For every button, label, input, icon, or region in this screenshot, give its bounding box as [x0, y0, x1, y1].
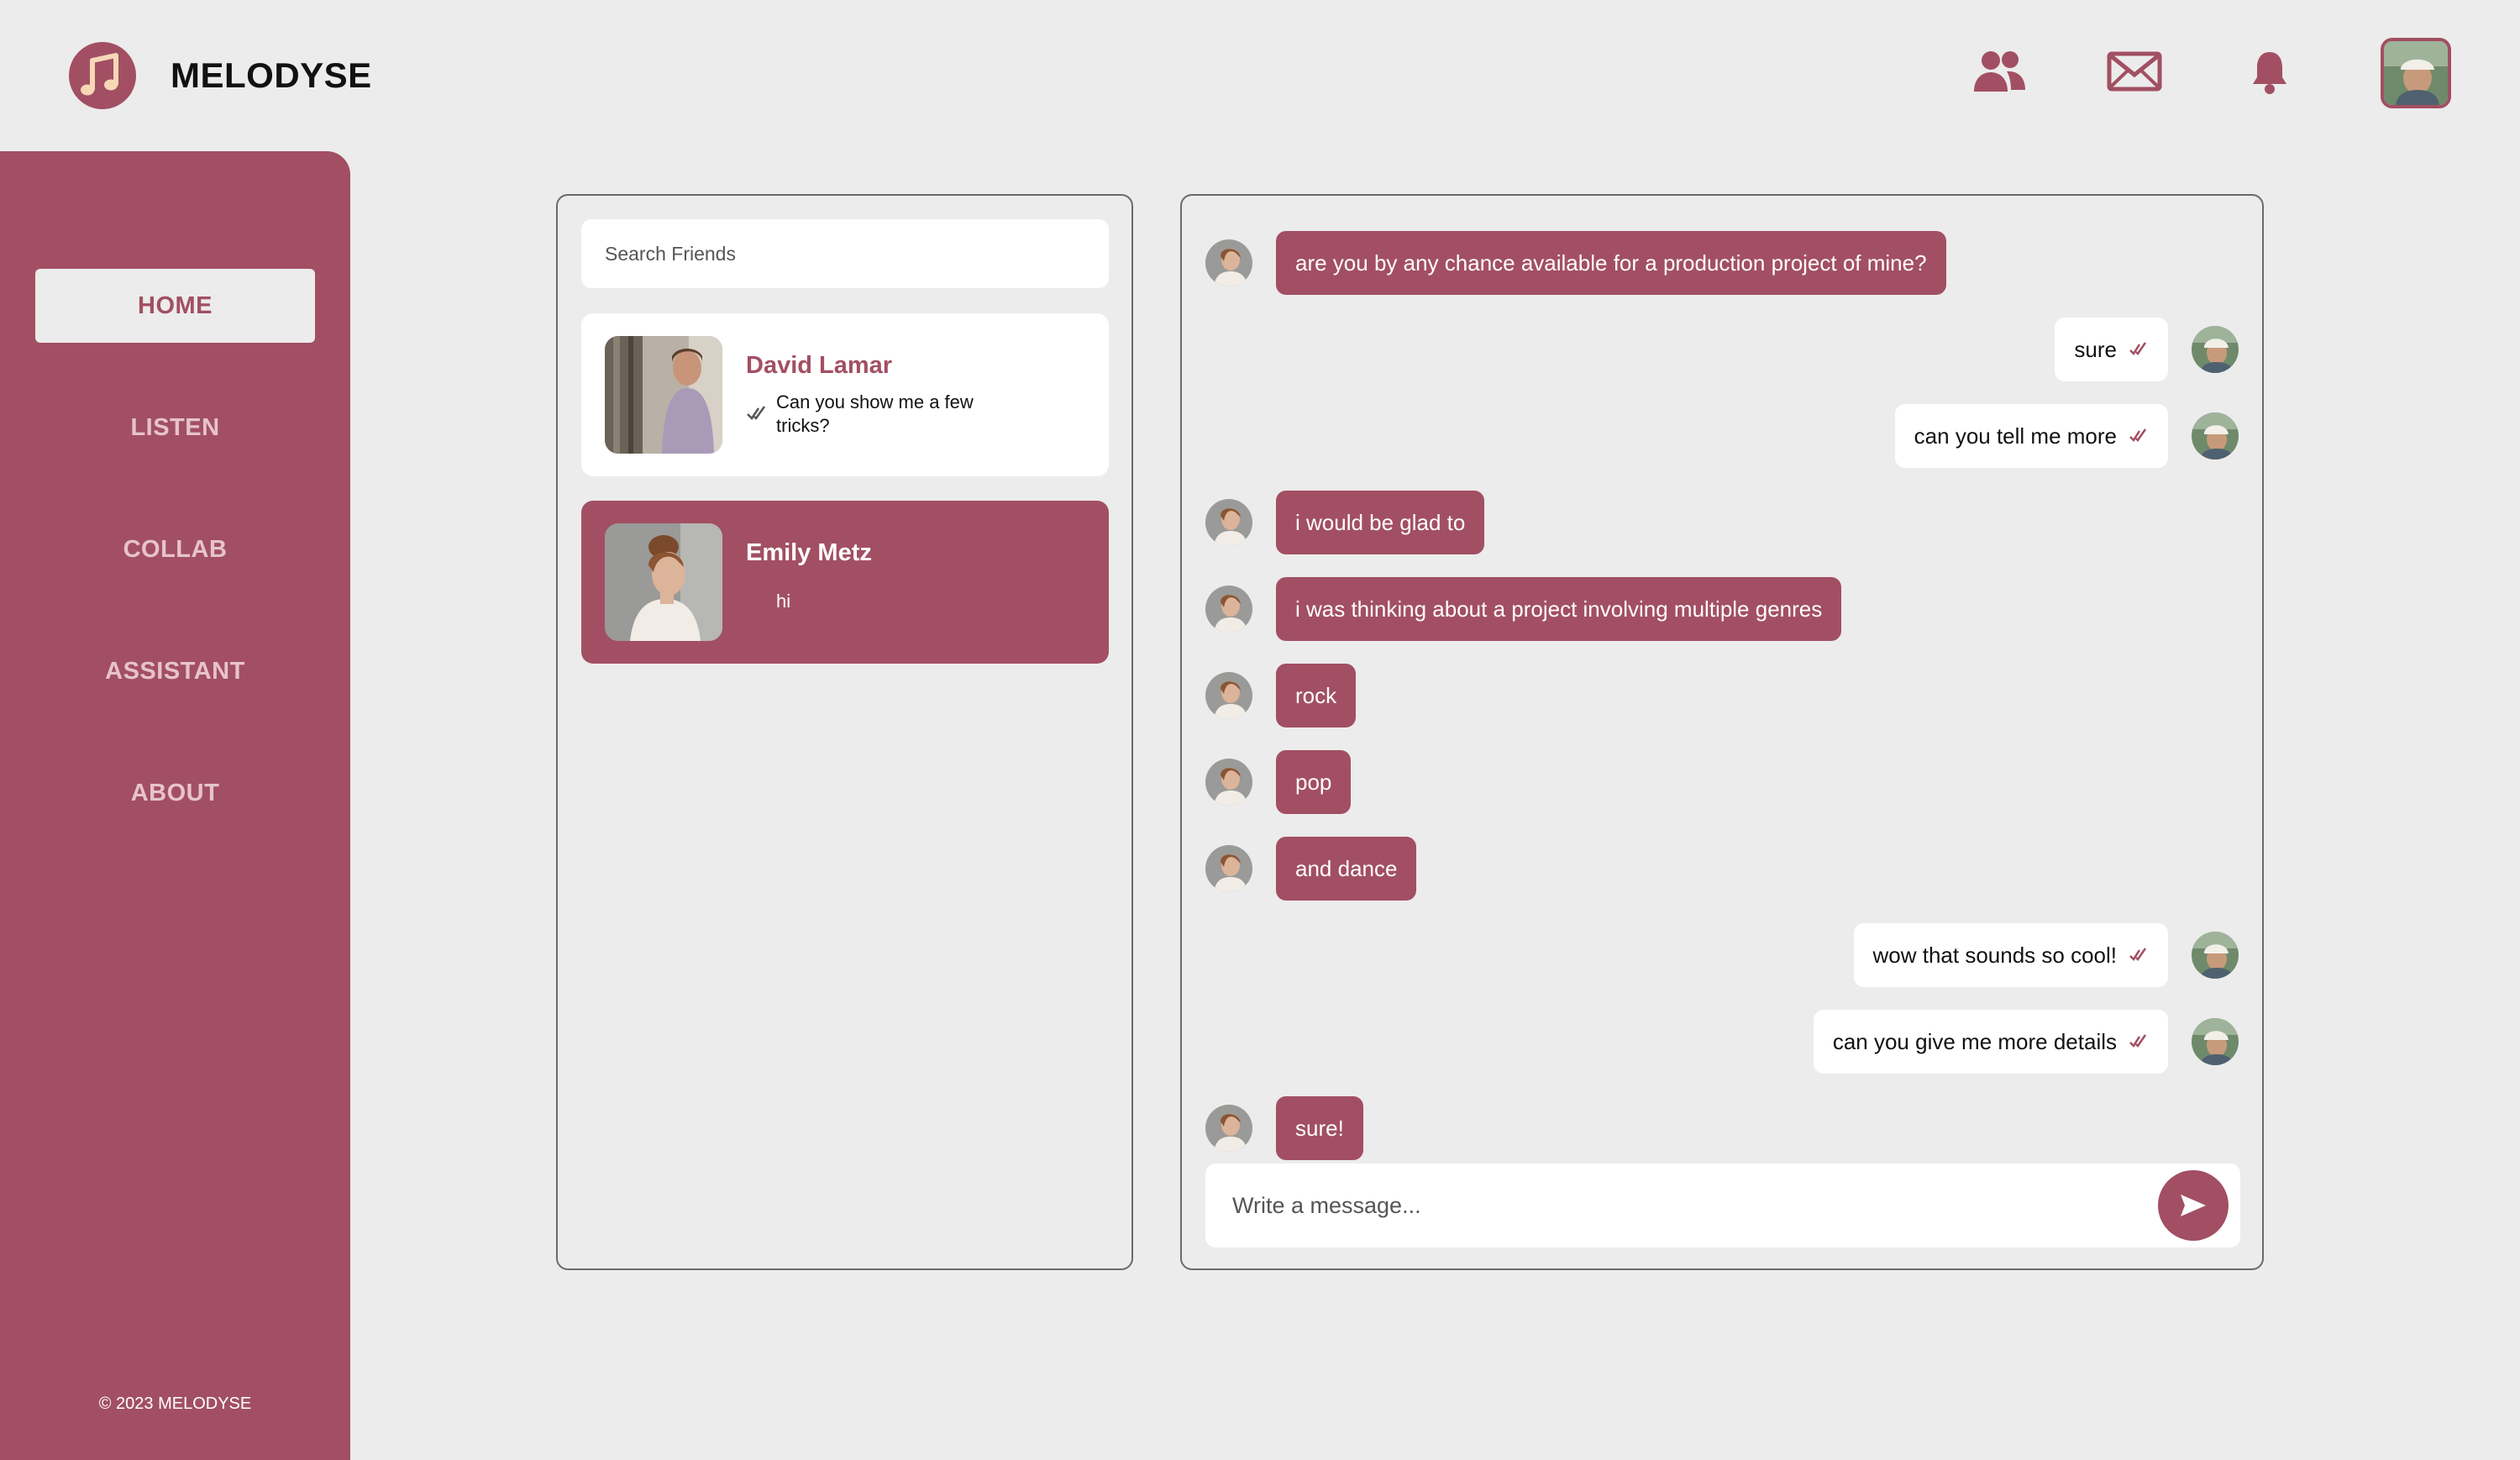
message-text: can you give me more details: [1832, 1028, 2117, 1054]
friend-photo: [605, 336, 722, 454]
nav-collab[interactable]: COLLAB: [35, 512, 315, 586]
message-text: can you tell me more: [1914, 423, 2117, 449]
read-check-icon: [746, 404, 768, 427]
self-avatar: [2192, 1018, 2239, 1065]
mail-icon[interactable]: [2105, 46, 2164, 97]
message-outgoing: can you tell me more: [1894, 404, 2239, 468]
message-bubble: sure: [2055, 318, 2168, 381]
message-text: rock: [1295, 682, 1337, 708]
nav-about[interactable]: ABOUT: [35, 756, 315, 830]
message-incoming: sure!: [1205, 1096, 1363, 1160]
bell-icon[interactable]: [2240, 46, 2299, 97]
sender-avatar: [1205, 759, 1252, 806]
friend-last-message: hi: [776, 591, 791, 612]
message-composer: [1205, 1163, 2240, 1247]
message-input[interactable]: [1232, 1184, 2139, 1227]
friend-photo: [605, 523, 722, 641]
nav-listen[interactable]: LISTEN: [35, 391, 315, 465]
app-root: MELODYSE HOME LISTEN COLLAB ASSISTANT AB…: [0, 0, 2520, 1460]
message-incoming: and dance: [1205, 837, 1417, 901]
message-outgoing: wow that sounds so cool!: [1853, 923, 2239, 987]
message-text: are you by any chance available for a pr…: [1295, 249, 1927, 276]
message-text: pop: [1295, 769, 1332, 795]
sender-avatar: [1205, 586, 1252, 633]
message-outgoing: sure: [2055, 318, 2239, 381]
read-check-icon: [2129, 341, 2149, 358]
nav-home[interactable]: HOME: [35, 269, 315, 343]
self-avatar: [2192, 932, 2239, 979]
message-bubble: sure!: [1276, 1096, 1363, 1160]
send-icon: [2181, 1195, 2206, 1216]
friend-last-message: Can you show me a few tricks?: [776, 391, 974, 436]
message-bubble: can you tell me more: [1894, 404, 2168, 468]
search-friends-input[interactable]: [581, 219, 1109, 288]
logo[interactable]: [69, 42, 136, 109]
message-bubble: wow that sounds so cool!: [1853, 923, 2168, 987]
message-text: and dance: [1295, 855, 1398, 881]
send-button[interactable]: [2158, 1170, 2229, 1241]
music-note-icon: [81, 53, 118, 96]
message-text: i was thinking about a project involving…: [1295, 596, 1823, 622]
message-text: sure: [2074, 336, 2117, 362]
read-check-icon: [2129, 1033, 2149, 1050]
message-text: wow that sounds so cool!: [1872, 942, 2118, 968]
message-bubble: pop: [1276, 750, 1352, 814]
message-outgoing: can you give me more details: [1813, 1010, 2239, 1074]
chat-panel: are you by any chance available for a pr…: [1180, 194, 2264, 1270]
friend-card-david-lamar[interactable]: David Lamar Can you show me a few tricks…: [581, 313, 1109, 476]
message-bubble: can you give me more details: [1813, 1010, 2168, 1074]
sidebar: HOME LISTEN COLLAB ASSISTANT ABOUT © 202…: [0, 151, 350, 1460]
message-incoming: are you by any chance available for a pr…: [1205, 231, 1946, 295]
message-incoming: rock: [1205, 664, 1357, 727]
message-incoming: i would be glad to: [1205, 491, 1485, 554]
message-incoming: pop: [1205, 750, 1352, 814]
sender-avatar: [1205, 672, 1252, 719]
message-text: sure!: [1295, 1115, 1344, 1141]
sender-avatar: [1205, 845, 1252, 892]
read-check-icon: [2129, 428, 2149, 444]
copyright: © 2023 MELODYSE: [98, 1394, 252, 1413]
friends-icon[interactable]: [1970, 46, 2029, 97]
message-bubble: rock: [1276, 664, 1357, 727]
brand-name: MELODYSE: [171, 55, 372, 95]
friend-name: Emily Metz: [746, 539, 872, 566]
message-bubble: are you by any chance available for a pr…: [1276, 231, 1946, 295]
sender-avatar: [1205, 499, 1252, 546]
message-bubble: and dance: [1276, 837, 1417, 901]
sender-avatar: [1205, 239, 1252, 286]
message-incoming: i was thinking about a project involving…: [1205, 577, 1842, 641]
friend-card-emily-metz[interactable]: Emily Metz hi: [581, 501, 1109, 664]
message-bubble: i was thinking about a project involving…: [1276, 577, 1842, 641]
nav-assistant[interactable]: ASSISTANT: [35, 634, 315, 708]
user-avatar[interactable]: [2381, 38, 2451, 108]
self-avatar: [2192, 412, 2239, 460]
friend-name: David Lamar: [746, 352, 893, 379]
self-avatar: [2192, 326, 2239, 373]
message-text: i would be glad to: [1295, 509, 1466, 535]
friends-panel: David Lamar Can you show me a few tricks…: [556, 194, 1133, 1270]
sender-avatar: [1205, 1105, 1252, 1152]
message-bubble: i would be glad to: [1276, 491, 1485, 554]
read-check-icon: [2129, 947, 2149, 964]
